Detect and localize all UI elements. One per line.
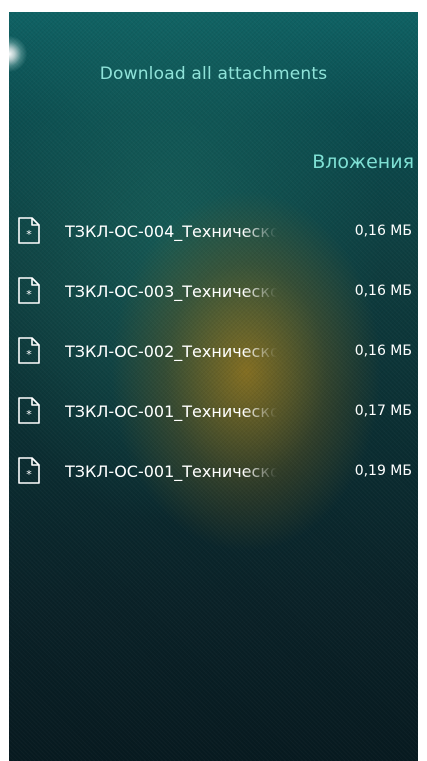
section-title: Вложения [312, 151, 414, 173]
attachment-item[interactable]: * ТЗКЛ-ОС-003_Техническое 0,16 МБ [9, 274, 418, 334]
attachment-item[interactable]: * ТЗКЛ-ОС-001_Техническое 0,19 МБ [9, 454, 418, 514]
attachment-size: 0,17 МБ [354, 403, 412, 419]
attachments-list: * ТЗКЛ-ОС-004_Техническое 0,16 МБ * ТЗКЛ… [9, 214, 418, 514]
attachment-size: 0,19 МБ [354, 463, 412, 479]
file-star-icon: * [18, 397, 40, 424]
file-star-icon: * [18, 277, 40, 304]
attachment-name: ТЗКЛ-ОС-002_Техническое [65, 342, 277, 361]
svg-text:*: * [26, 228, 32, 241]
attachment-name: ТЗКЛ-ОС-001_Техническое [65, 462, 277, 481]
attachment-name: ТЗКЛ-ОС-004_Техническое [65, 222, 277, 241]
file-star-icon: * [18, 457, 40, 484]
attachment-size: 0,16 МБ [354, 223, 412, 239]
attachment-item[interactable]: * ТЗКЛ-ОС-001_Техническое 0,17 МБ [9, 394, 418, 454]
attachment-name: ТЗКЛ-ОС-001_Техническое [65, 402, 277, 421]
svg-text:*: * [26, 288, 32, 301]
file-star-icon: * [18, 337, 40, 364]
attachment-item[interactable]: * ТЗКЛ-ОС-002_Техническое 0,16 МБ [9, 334, 418, 394]
file-star-icon: * [18, 217, 40, 244]
attachment-name: ТЗКЛ-ОС-003_Техническое [65, 282, 277, 301]
download-all-button[interactable]: Download all attachments [9, 64, 418, 84]
attachment-size: 0,16 МБ [354, 343, 412, 359]
svg-text:*: * [26, 468, 32, 481]
attachments-screen: Download all attachments Вложения * ТЗКЛ… [9, 12, 418, 761]
svg-text:*: * [26, 408, 32, 421]
attachment-size: 0,16 МБ [354, 283, 412, 299]
attachment-item[interactable]: * ТЗКЛ-ОС-004_Техническое 0,16 МБ [9, 214, 418, 274]
svg-text:*: * [26, 348, 32, 361]
